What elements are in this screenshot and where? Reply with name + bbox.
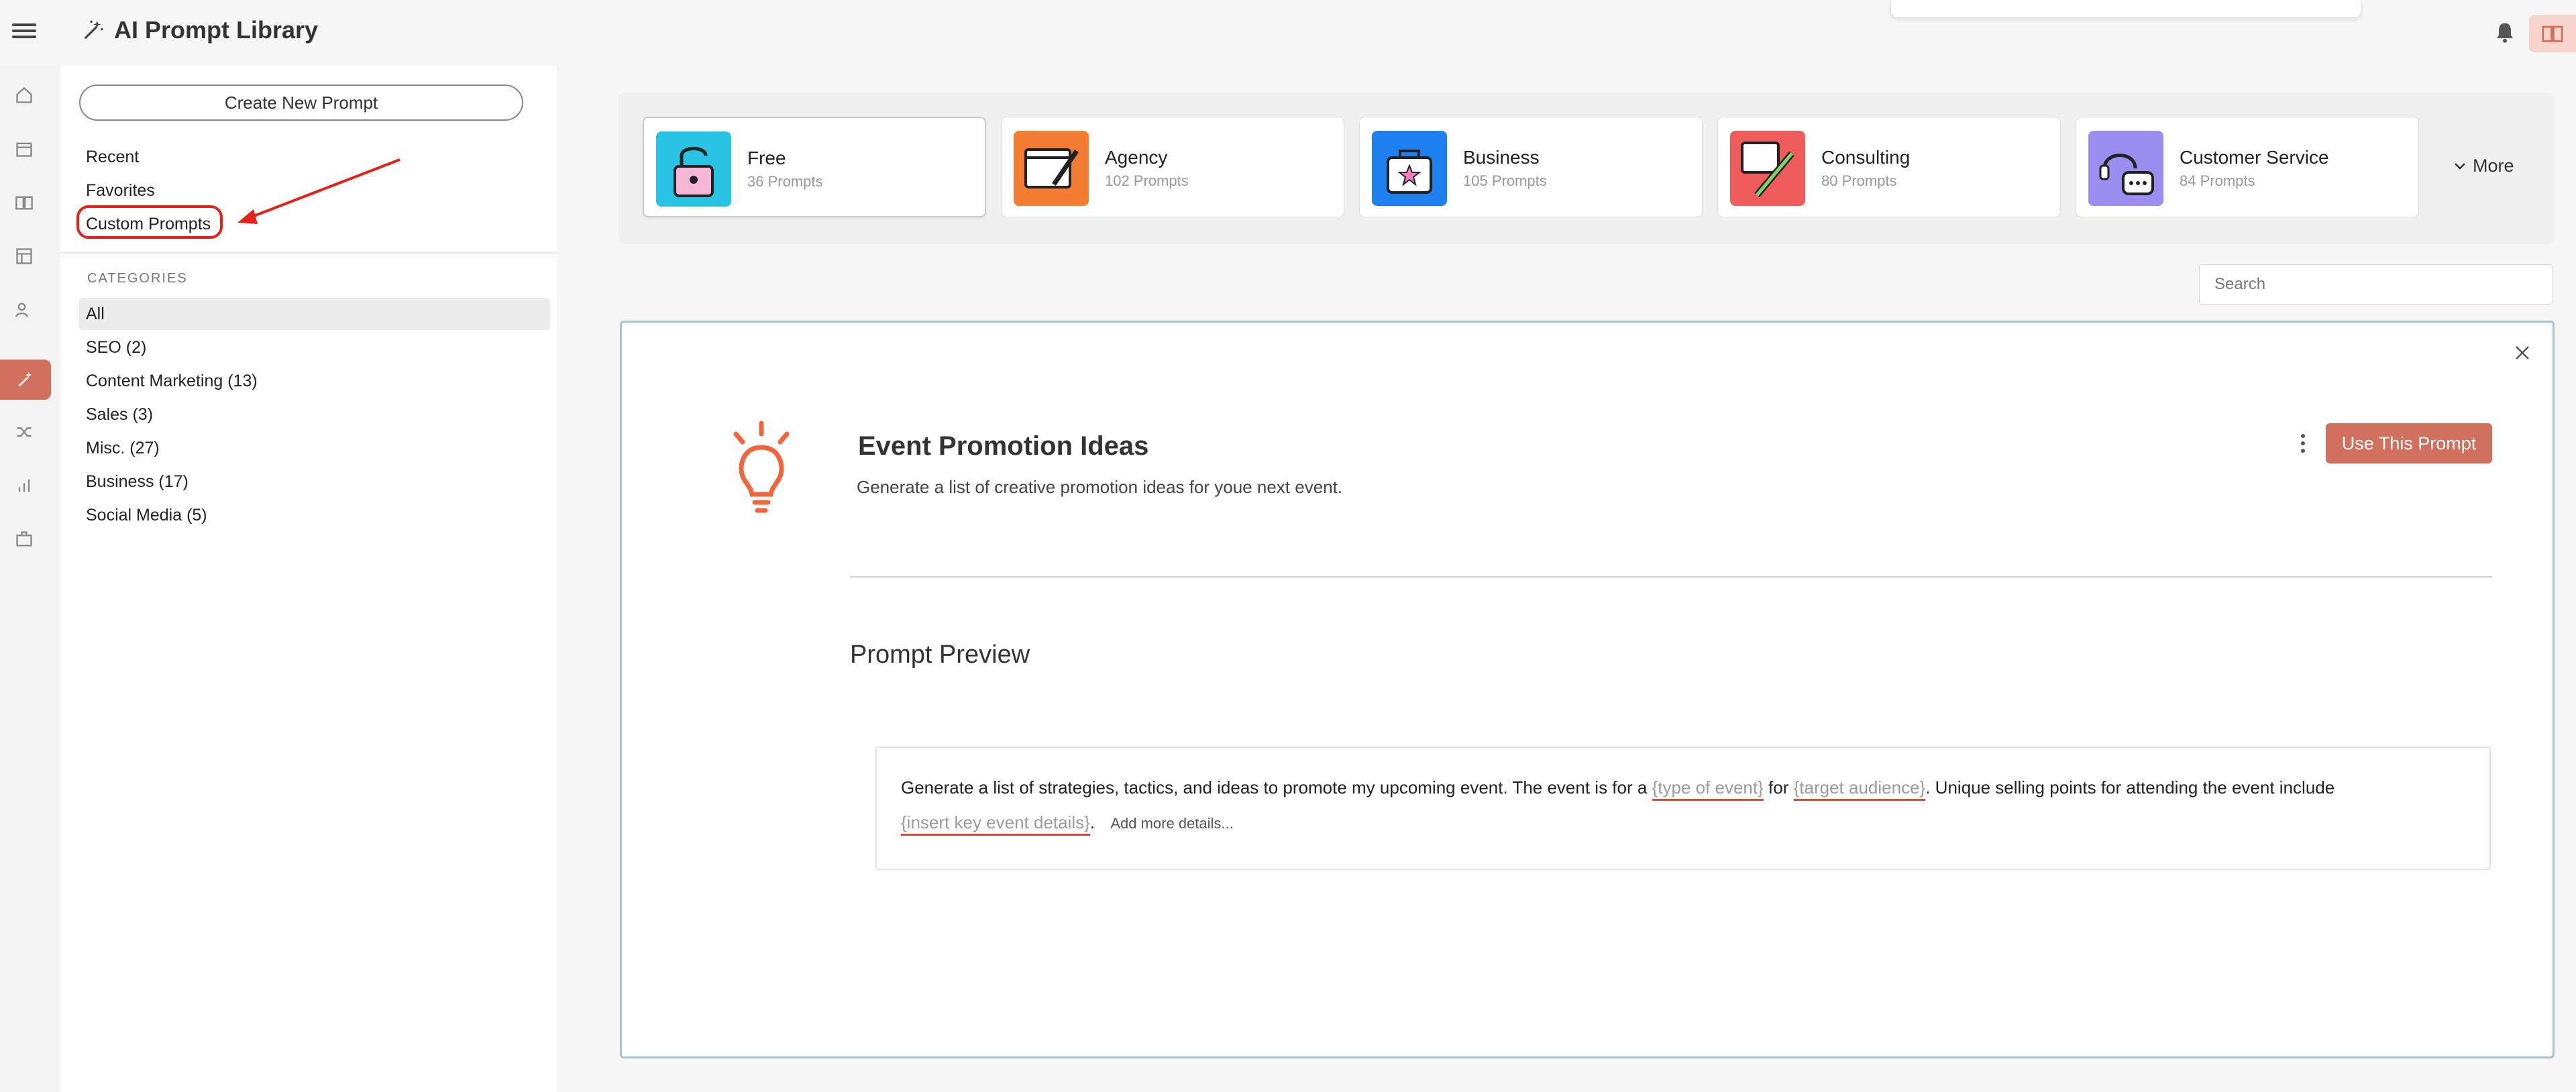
close-icon[interactable] xyxy=(2512,343,2532,363)
top-dropdown-panel xyxy=(1890,0,2361,18)
annotation-arrow xyxy=(237,158,400,224)
variable-key-event-details[interactable]: {insert key event details} xyxy=(901,812,1090,836)
lock-icon xyxy=(656,131,731,207)
prompt-sidebar: Create New Prompt Recent Favorites Custo… xyxy=(60,66,557,1092)
prompt-description: Generate a list of creative promotion id… xyxy=(857,477,1343,497)
category-item-social-media[interactable]: Social Media (5) xyxy=(86,506,207,525)
card-name: Free xyxy=(747,148,786,168)
prompt-preview-line-1: Generate a list of strategies, tactics, … xyxy=(901,777,2335,801)
magic-wand-icon[interactable] xyxy=(0,360,51,400)
browser-pen-icon xyxy=(1014,131,1089,206)
lightbulb-icon xyxy=(733,421,790,513)
sidebar-link-recent[interactable]: Recent xyxy=(86,148,139,167)
home-icon[interactable] xyxy=(12,83,36,107)
more-button[interactable]: More xyxy=(2454,156,2514,176)
highlight-circle xyxy=(76,205,223,239)
pencil-paper-icon xyxy=(1730,131,1805,206)
card-customer-service[interactable]: Customer Service 84 Prompts xyxy=(2076,117,2419,217)
more-options-icon[interactable] xyxy=(2294,430,2312,457)
category-all-selected-bg xyxy=(79,298,550,330)
add-more-details-link[interactable]: Add more details... xyxy=(1110,815,1233,832)
book-open-icon[interactable] xyxy=(12,190,36,215)
create-new-prompt-button[interactable]: Create New Prompt xyxy=(79,85,523,121)
calendar-icon[interactable] xyxy=(12,137,36,161)
briefcase-star-icon xyxy=(1372,131,1447,206)
prompt-title: Event Promotion Ideas xyxy=(858,431,1149,461)
chevron-down-icon xyxy=(2455,162,2465,170)
category-item-sales[interactable]: Sales (3) xyxy=(86,405,153,425)
main-content: Free 36 Prompts Agency 102 Prompts Busin… xyxy=(557,66,2576,1092)
category-item-seo[interactable]: SEO (2) xyxy=(86,338,146,358)
category-item-misc[interactable]: Misc. (27) xyxy=(86,439,160,458)
bar-chart-icon[interactable] xyxy=(12,474,36,498)
category-cards-strip: Free 36 Prompts Agency 102 Prompts Busin… xyxy=(619,93,2555,244)
category-item-all[interactable]: All xyxy=(86,305,105,324)
card-free[interactable]: Free 36 Prompts xyxy=(643,117,986,217)
card-business[interactable]: Business 105 Prompts xyxy=(1359,117,1703,217)
card-name: Business xyxy=(1463,147,1540,168)
prompt-detail-panel: Event Promotion Ideas Generate a list of… xyxy=(620,321,2555,1058)
layout-icon[interactable] xyxy=(12,244,36,268)
use-this-prompt-button[interactable]: Use This Prompt xyxy=(2326,423,2492,463)
app-title-group: AI Prompt Library xyxy=(82,16,318,44)
categories-heading: CATEGORIES xyxy=(87,271,188,286)
briefcase-icon[interactable] xyxy=(12,527,36,551)
icon-rail xyxy=(0,66,61,1092)
sidebar-divider xyxy=(60,252,557,254)
book-icon xyxy=(2542,25,2563,42)
book-button[interactable] xyxy=(2529,15,2576,52)
preview-text: . xyxy=(1089,812,1095,832)
preview-text: for xyxy=(1768,777,1789,798)
card-count: 80 Prompts xyxy=(1821,172,1897,189)
variable-target-audience[interactable]: {target audience} xyxy=(1793,777,1926,801)
bell-icon[interactable] xyxy=(2493,20,2517,44)
magic-wand-icon xyxy=(85,20,103,39)
menu-icon[interactable] xyxy=(12,20,36,44)
users-icon[interactable] xyxy=(12,298,36,322)
more-label: More xyxy=(2473,156,2514,176)
card-count: 36 Prompts xyxy=(747,173,823,190)
category-item-content-marketing[interactable]: Content Marketing (13) xyxy=(86,372,258,391)
card-count: 105 Prompts xyxy=(1463,172,1547,189)
card-name: Customer Service xyxy=(2180,147,2329,168)
variable-type-of-event[interactable]: {type of event} xyxy=(1652,777,1764,801)
prompt-preview-heading: Prompt Preview xyxy=(850,641,1030,669)
card-count: 84 Prompts xyxy=(2180,172,2255,189)
search-input[interactable] xyxy=(2199,264,2553,305)
page-title: AI Prompt Library xyxy=(114,16,319,44)
divider xyxy=(850,576,2492,578)
headset-chat-icon xyxy=(2088,131,2163,206)
card-name: Consulting xyxy=(1821,147,1911,168)
top-bar: AI Prompt Library xyxy=(0,0,2576,66)
card-name: Agency xyxy=(1105,147,1168,168)
card-count: 102 Prompts xyxy=(1105,172,1189,189)
sidebar-link-favorites[interactable]: Favorites xyxy=(86,181,155,201)
card-agency[interactable]: Agency 102 Prompts xyxy=(1001,117,1344,217)
prompt-preview-line-2: {insert key event details}. Add more det… xyxy=(901,812,1234,836)
preview-text: Generate a list of strategies, tactics, … xyxy=(901,777,1648,798)
shuffle-icon[interactable] xyxy=(12,420,36,444)
prompt-preview-box: Generate a list of strategies, tactics, … xyxy=(875,747,2491,870)
card-consulting[interactable]: Consulting 80 Prompts xyxy=(1717,117,2061,217)
preview-text: . Unique selling points for attending th… xyxy=(1925,777,2335,798)
category-item-business[interactable]: Business (17) xyxy=(86,472,189,492)
